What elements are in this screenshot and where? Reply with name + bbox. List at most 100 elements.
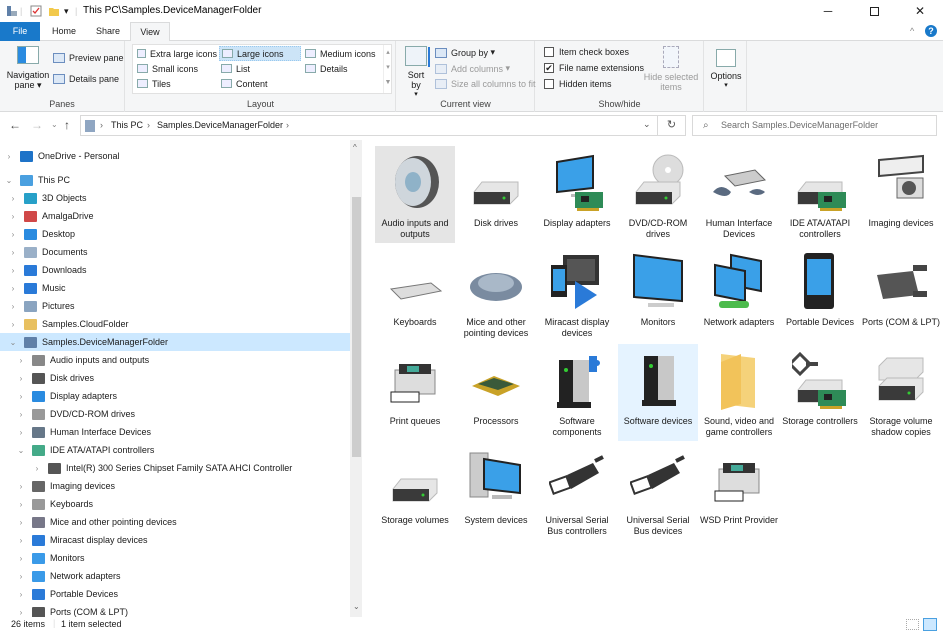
tree-item[interactable]: › DVD/CD-ROM drives — [0, 405, 350, 423]
layout-details[interactable]: Details — [303, 61, 381, 76]
search-input[interactable]: Search Samples.DeviceManagerFolder — [721, 120, 878, 130]
chevron-right-icon[interactable]: › — [8, 194, 18, 203]
chevron-right-icon[interactable]: › — [16, 356, 26, 365]
tree-item[interactable]: › Music — [0, 279, 350, 297]
tree-item[interactable]: › Human Interface Devices — [0, 423, 350, 441]
tree-item[interactable]: › Imaging devices — [0, 477, 350, 495]
minimize-button[interactable]: ─ — [805, 0, 851, 22]
device-category-item[interactable]: Display adapters — [537, 146, 617, 243]
tree-item[interactable]: › Monitors — [0, 549, 350, 567]
collapse-ribbon-icon[interactable]: ^ — [910, 26, 914, 36]
options-button[interactable]: Options ▾ — [707, 49, 745, 89]
tree-item[interactable]: › Mice and other pointing devices — [0, 513, 350, 531]
file-name-extensions-checkbox[interactable]: ✔ — [544, 63, 554, 73]
device-category-item[interactable]: Ports (COM & LPT) — [861, 245, 941, 342]
file-name-extensions-toggle[interactable]: ✔ File name extensions — [544, 63, 644, 73]
details-view-toggle[interactable] — [906, 619, 919, 630]
chevron-right-icon[interactable]: › — [8, 230, 18, 239]
layout-tiles[interactable]: Tiles — [135, 76, 217, 91]
chevron-right-icon[interactable]: › — [16, 374, 26, 383]
customize-quick-access-icon[interactable]: ▾ — [64, 4, 69, 18]
chevron-right-icon[interactable]: › — [16, 500, 26, 509]
chevron-right-icon[interactable]: › — [16, 608, 26, 617]
chevron-right-icon[interactable]: › — [32, 464, 42, 473]
tree-item[interactable]: › Miracast display devices — [0, 531, 350, 549]
chevron-down-icon[interactable]: ⌄ — [8, 338, 18, 347]
device-category-item[interactable]: Human Interface Devices — [699, 146, 779, 243]
layout-large-icons[interactable]: Large icons — [219, 46, 301, 61]
preview-pane-button[interactable]: Preview pane — [53, 53, 124, 63]
tree-item[interactable]: › AmalgaDrive — [0, 207, 350, 225]
chevron-right-icon[interactable]: › — [8, 302, 18, 311]
chevron-right-icon[interactable]: › — [16, 536, 26, 545]
chevron-right-icon[interactable]: › — [16, 572, 26, 581]
device-category-item[interactable]: Print queues — [375, 344, 455, 441]
scrollbar-thumb[interactable] — [352, 197, 361, 457]
device-category-item[interactable]: System devices — [456, 443, 536, 540]
breadcrumb-folder[interactable]: Samples.DeviceManagerFolder — [157, 120, 283, 130]
layout-extra-large-icons[interactable]: Extra large icons — [135, 46, 217, 61]
device-category-item[interactable]: Monitors — [618, 245, 698, 342]
device-category-item[interactable]: Storage volume shadow copies — [861, 344, 941, 441]
chevron-right-icon[interactable]: › — [8, 284, 18, 293]
device-category-item[interactable]: Processors — [456, 344, 536, 441]
device-category-item[interactable]: Mice and other pointing devices — [456, 245, 536, 342]
device-category-item[interactable]: Disk drives — [456, 146, 536, 243]
tree-item[interactable]: › Network adapters — [0, 567, 350, 585]
device-category-item[interactable]: Network adapters — [699, 245, 779, 342]
item-check-boxes-toggle[interactable]: Item check boxes — [544, 47, 629, 57]
tree-item[interactable]: › Intel(R) 300 Series Chipset Family SATA… — [0, 459, 350, 477]
layout-small-icons[interactable]: Small icons — [135, 61, 217, 76]
device-category-item[interactable]: WSD Print Provider — [699, 443, 779, 540]
tab-share[interactable]: Share — [88, 22, 128, 41]
device-category-item[interactable]: Audio inputs and outputs — [375, 146, 455, 243]
chevron-right-icon[interactable]: › — [16, 428, 26, 437]
device-category-item[interactable]: Storage controllers — [780, 344, 860, 441]
tree-item[interactable]: › Ports (COM & LPT) — [0, 603, 350, 617]
up-button[interactable]: ↑ — [64, 118, 70, 132]
chevron-right-icon[interactable]: › — [8, 248, 18, 257]
add-columns-button[interactable]: Add columns ▾ — [435, 63, 510, 74]
tree-item[interactable]: › Samples.CloudFolder — [0, 315, 350, 333]
recent-locations-button[interactable]: ⌄ — [51, 120, 58, 129]
close-button[interactable]: ✕ — [897, 0, 943, 22]
chevron-right-icon[interactable]: › — [16, 410, 26, 419]
tab-view[interactable]: View — [130, 22, 170, 42]
chevron-down-icon[interactable]: ⌄ — [4, 176, 14, 185]
tree-item[interactable]: ⌄ This PC — [0, 171, 350, 189]
device-category-item[interactable]: Universal Serial Bus devices — [618, 443, 698, 540]
back-button[interactable]: ← — [9, 118, 21, 132]
device-category-item[interactable]: Portable Devices — [780, 245, 860, 342]
navigation-pane-button[interactable]: Navigation pane ▾ — [6, 46, 50, 90]
scroll-up-icon[interactable]: ^ — [353, 143, 357, 152]
tree-item[interactable]: › Desktop — [0, 225, 350, 243]
search-box[interactable]: ⌕ Search Samples.DeviceManagerFolder — [692, 115, 937, 136]
device-category-item[interactable]: IDE ATA/ATAPI controllers — [780, 146, 860, 243]
device-category-item[interactable]: Universal Serial Bus controllers — [537, 443, 617, 540]
address-dropdown-icon[interactable]: ⌄ — [643, 119, 651, 130]
size-columns-button[interactable]: Size all columns to fit — [435, 79, 536, 89]
tree-item[interactable]: › Pictures — [0, 297, 350, 315]
chevron-down-icon[interactable]: ⌄ — [16, 446, 26, 455]
refresh-button[interactable]: ↻ — [658, 115, 686, 136]
chevron-right-icon[interactable]: › — [16, 518, 26, 527]
tree-item[interactable]: › Display adapters — [0, 387, 350, 405]
large-icons-view-toggle[interactable] — [923, 618, 937, 631]
chevron-right-icon[interactable]: › — [8, 266, 18, 275]
scroll-down-icon[interactable]: ⌄ — [353, 602, 360, 611]
sort-by-button[interactable]: Sort by ▾ — [403, 46, 430, 98]
hidden-items-checkbox[interactable] — [544, 79, 554, 89]
hidden-items-toggle[interactable]: Hidden items — [544, 79, 612, 89]
tree-item[interactable]: › 3D Objects — [0, 189, 350, 207]
layout-list[interactable]: List — [219, 61, 301, 76]
chevron-right-icon[interactable]: › — [16, 392, 26, 401]
new-folder-icon[interactable] — [48, 4, 60, 18]
chevron-right-icon[interactable]: › — [8, 212, 18, 221]
device-category-item[interactable]: Software devices — [618, 344, 698, 441]
group-by-button[interactable]: Group by ▾ — [435, 47, 495, 58]
tree-item[interactable]: › OneDrive - Personal — [0, 147, 350, 165]
tree-item[interactable]: ⌄ Samples.DeviceManagerFolder — [0, 333, 350, 351]
device-category-item[interactable]: Keyboards — [375, 245, 455, 342]
tree-item[interactable]: › Audio inputs and outputs — [0, 351, 350, 369]
tree-item[interactable]: › Keyboards — [0, 495, 350, 513]
